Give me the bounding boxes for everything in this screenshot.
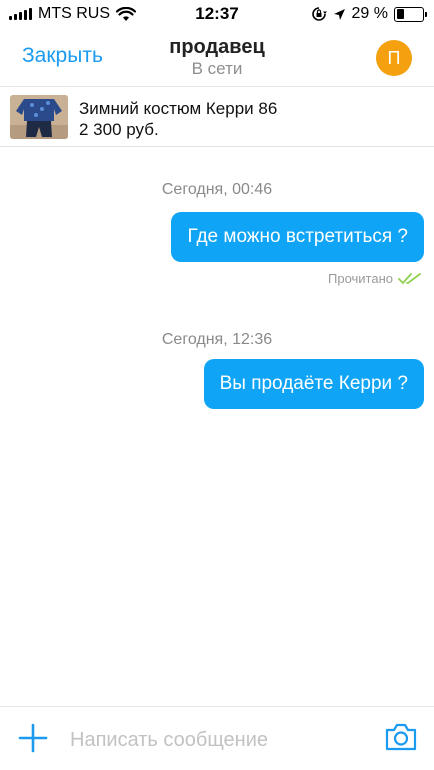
battery-percent: 29 % <box>351 5 388 22</box>
product-price: 2 300 руб. <box>79 120 159 139</box>
plus-icon[interactable] <box>18 723 48 753</box>
message-input[interactable] <box>70 725 360 755</box>
double-check-icon <box>398 272 421 284</box>
product-card[interactable]: Зимний костюм Керри 86 2 300 руб. <box>0 86 434 147</box>
status-right: 29 % <box>311 5 427 23</box>
chat-header: Закрыть продавец В сети П <box>0 28 434 86</box>
product-info: Зимний костюм Керри 86 2 300 руб. <box>79 98 277 140</box>
location-arrow-icon <box>333 8 345 20</box>
online-status: В сети <box>191 59 243 78</box>
message-date: Сегодня, 00:46 <box>161 181 273 198</box>
page-title: продавец <box>169 36 265 58</box>
message-bubble[interactable]: Вы продаёте Керри ? <box>203 359 424 409</box>
header-title-block: продавец В сети <box>0 35 434 79</box>
chat-thread[interactable]: Сегодня, 00:46 Где можно встретиться ? П… <box>0 148 434 706</box>
avatar[interactable]: П <box>376 40 412 76</box>
status-bar: MTS RUS 12:37 29 % <box>0 0 434 28</box>
message-bubble[interactable]: Где можно встретиться ? <box>171 212 424 262</box>
product-thumbnail <box>10 95 68 139</box>
camera-icon[interactable] <box>384 721 418 753</box>
read-status-label: Прочитано <box>328 271 393 286</box>
read-receipt: Прочитано <box>328 271 422 286</box>
message-date: Сегодня, 12:36 <box>161 331 273 348</box>
message-composer <box>0 706 434 770</box>
product-name: Зимний костюм Керри 86 <box>79 99 278 118</box>
battery-fill <box>396 9 404 19</box>
rotation-lock-icon <box>311 7 327 21</box>
battery-icon <box>394 6 427 22</box>
